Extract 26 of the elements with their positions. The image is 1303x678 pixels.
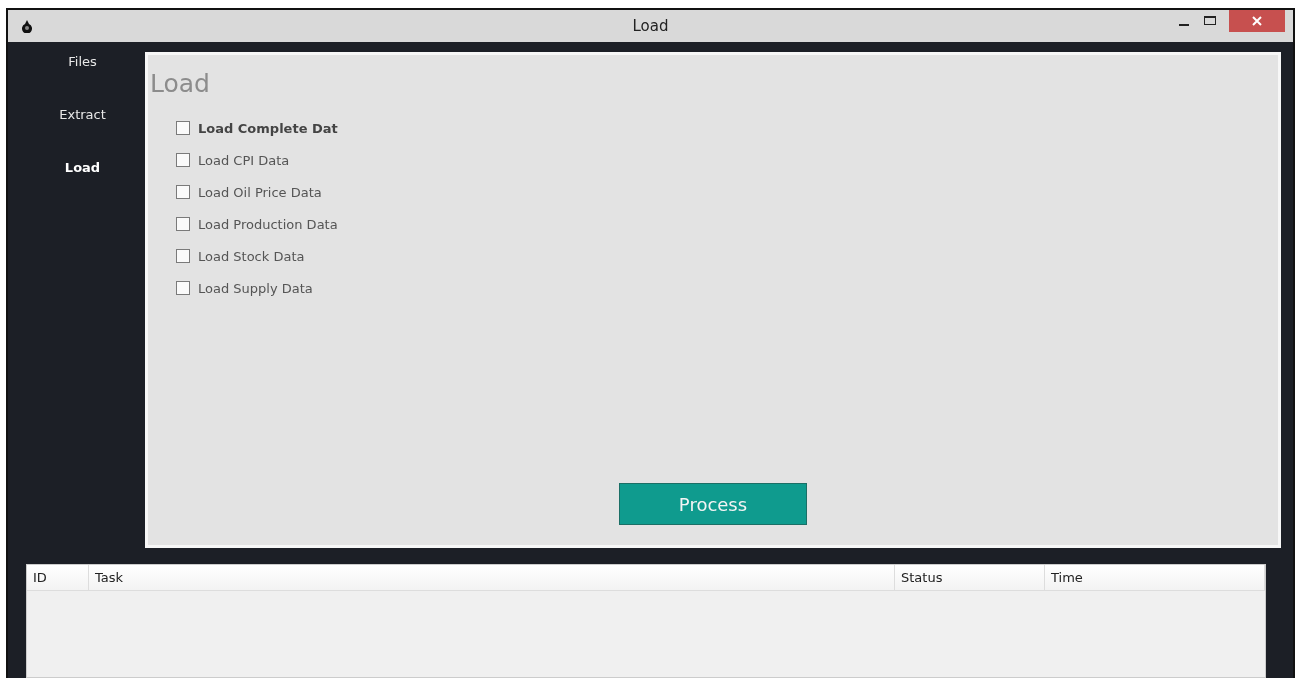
- checkbox-label[interactable]: Load CPI Data: [198, 152, 290, 168]
- column-header[interactable]: Status: [895, 565, 1045, 590]
- window-title: Load: [632, 17, 669, 35]
- checkbox-label[interactable]: Load Complete Dat: [198, 120, 338, 136]
- checkbox-label[interactable]: Load Stock Data: [198, 248, 305, 264]
- checkbox-label[interactable]: Load Supply Data: [198, 280, 313, 296]
- sidebar-item[interactable]: Load: [60, 160, 105, 213]
- checkbox[interactable]: [176, 249, 190, 263]
- app-icon: [20, 19, 34, 33]
- column-header[interactable]: ID: [27, 565, 89, 590]
- column-header[interactable]: Time: [1045, 565, 1265, 590]
- checkbox-label[interactable]: Load Production Data: [198, 216, 338, 232]
- minimize-icon: [1179, 24, 1189, 26]
- checkbox[interactable]: [176, 217, 190, 231]
- close-icon: [1252, 16, 1262, 26]
- checkbox-label[interactable]: Load Oil Price Data: [198, 184, 322, 200]
- close-button[interactable]: [1229, 10, 1285, 32]
- sidebar-item[interactable]: Extract: [55, 107, 110, 160]
- maximize-icon: [1204, 16, 1216, 26]
- column-header[interactable]: Task: [89, 565, 895, 590]
- panel-heading: Load: [150, 69, 211, 98]
- checkbox[interactable]: [176, 281, 190, 295]
- sidebar-item[interactable]: Files: [64, 54, 101, 107]
- checkbox[interactable]: [176, 185, 190, 199]
- checkbox[interactable]: [176, 153, 190, 167]
- checkbox[interactable]: [176, 121, 190, 135]
